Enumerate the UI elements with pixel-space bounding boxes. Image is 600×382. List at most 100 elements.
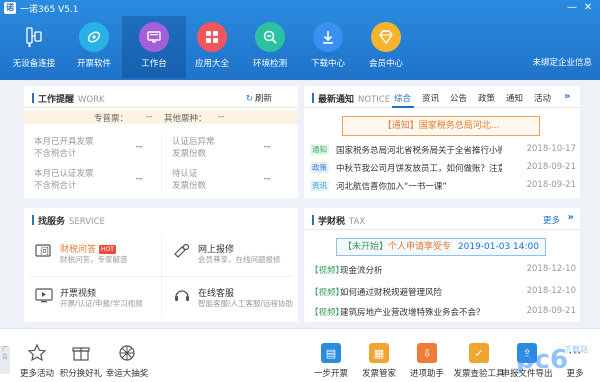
input-assistant-button[interactable]: ⇩ 进项助手 — [402, 343, 452, 379]
watermark-logo: pc6 下载站 — [514, 338, 594, 378]
video-title: 现金流分析 — [340, 266, 383, 276]
invoice-software-icon — [79, 22, 109, 52]
news-date: 2018-09-21 — [526, 162, 576, 172]
tab-announcement[interactable]: 公告 — [450, 92, 467, 104]
tab-notice[interactable]: 通知 — [506, 92, 523, 104]
side-ad-tab[interactable]: 广告 — [0, 346, 10, 374]
list-item[interactable]: 【视频】 现金流分析 2018-12-10 — [310, 262, 576, 278]
service-online-repair[interactable]: 网上报修 会员尊享，在线问题报修 — [172, 242, 292, 268]
workbench-icon — [139, 22, 169, 52]
video-date: 2018-12-10 — [526, 264, 576, 274]
apps-grid-icon — [197, 22, 227, 52]
nav-label: 环境检测 — [252, 59, 287, 69]
one-step-icon: ▤ — [321, 343, 341, 363]
nav-label: 下载中心 — [310, 59, 345, 69]
service-invoice-video[interactable]: 开票视频 开票/认证/申报/学习视频 — [34, 286, 154, 312]
hot-badge: HOT — [99, 245, 116, 254]
video-title: 建筑房地产业营改增特殊业务会不会？ — [340, 308, 485, 318]
news-title: 国家税务总局河北省税务局关于全省推行小微... — [336, 146, 502, 156]
panel-header: 学财税 TAX 更多 » — [304, 208, 580, 230]
video-tag: 【视频】 — [310, 308, 345, 318]
invoice-manager-button[interactable]: ▦ 发票管家 — [354, 343, 404, 379]
watermark-text: pc6 — [516, 345, 568, 375]
video-tag: 【视频】 — [310, 288, 345, 298]
close-button[interactable]: ✕ — [580, 1, 596, 15]
env-check-icon — [255, 22, 285, 52]
points-exchange-button[interactable]: 积分换好礼 — [56, 343, 106, 379]
tab-underline — [392, 106, 414, 108]
service-online-support[interactable]: 在线客服 智能客服/人工客服/远程协助 — [172, 286, 294, 312]
app-title: 一诺365 V5.1 — [20, 4, 79, 15]
gift-icon — [71, 343, 91, 363]
nav-label: 应用大全 — [194, 59, 229, 69]
invoice-verify-icon: ✓ — [469, 343, 489, 363]
panel-title: 学财税 TAX — [318, 217, 366, 227]
news-title: 中秋节我公司月饼发放员工，如何做账？注意... — [336, 164, 502, 174]
news-title: 河北航信喜你加入“一书一课” — [336, 182, 447, 192]
news-tag: 政策 — [310, 162, 329, 173]
nav-device[interactable]: 无设备连接 — [2, 16, 66, 78]
nav-download[interactable]: 下载中心 — [296, 16, 360, 78]
stat-label: 本月已认证发票 不含税合计 — [34, 169, 94, 191]
video-date: 2018-09-21 — [526, 306, 576, 316]
service-subtitle: 智能客服/人工客服/远程协助 — [198, 299, 294, 308]
invoice-verify-button[interactable]: ✓ 发票查验工具 — [452, 343, 506, 379]
video-date: 2018-12-10 — [526, 286, 576, 296]
input-assistant-icon: ⇩ — [417, 343, 437, 363]
service-tax-qa[interactable]: 问 财税问答 HOT 财税问答，专家解惑 — [34, 242, 154, 268]
usb-device-icon — [19, 22, 49, 52]
tab-policy[interactable]: 政策 — [478, 92, 495, 104]
video-tag: 【视频】 — [310, 266, 345, 276]
stat-label: 认证后异常 发票份数 — [172, 137, 215, 159]
stat-value: -- — [136, 142, 143, 152]
work-panel: 工作提醒 WORK ↻ 刷新 专普票： -- 其他票种： -- 本月已开具发票 不含税… — [24, 86, 298, 198]
tab-news[interactable]: 资讯 — [422, 92, 439, 104]
star-icon — [27, 343, 47, 363]
tab-activity[interactable]: 活动 — [534, 92, 551, 104]
app-logo-icon: 诺 — [4, 2, 16, 14]
nav-label: 开票软件 — [76, 59, 111, 69]
service-subtitle: 财税问答，专家解惑 — [60, 255, 128, 264]
list-item[interactable]: 【视频】 如何通过财税规避管理风险 2018-12-10 — [310, 284, 576, 300]
service-subtitle: 开票/认证/申报/学习视频 — [60, 299, 143, 308]
tab-comprehensive[interactable]: 综合 — [394, 92, 411, 104]
list-item[interactable]: 【视频】 建筑房地产业营改增特殊业务会不会？ 2018-09-21 — [310, 304, 576, 320]
news-date: 2018-10-17 — [526, 144, 576, 154]
unbound-company-link[interactable]: 未绑定企业信息 — [532, 56, 592, 68]
nav-label: 工作台 — [141, 59, 167, 69]
headset-icon — [172, 286, 192, 306]
panel-header: 找服务 SERVICE — [24, 208, 298, 230]
notice-banner[interactable]: 【通知】国家税务总局河北... — [342, 116, 540, 136]
download-icon — [313, 22, 343, 52]
bottom-toolbar: 更多活动 积分换好礼 幸运大抽奖 ▤ 一步开票 ▦ 发票管家 ⇩ 进项助手 ✓ … — [0, 328, 600, 382]
member-icon — [371, 22, 401, 52]
nav-apps[interactable]: 应用大全 — [180, 16, 244, 78]
tax-banner[interactable]: 【未开始】个人申请享受专 2019-01-03 14:00 — [336, 238, 546, 256]
stat-value: -- — [264, 174, 271, 184]
panel-header: 工作提醒 WORK ↻ 刷新 — [24, 86, 298, 108]
nav-workbench[interactable]: 工作台 — [122, 16, 186, 78]
panel-title: 找服务 SERVICE — [38, 217, 105, 227]
refresh-button[interactable]: ↻ 刷新 — [246, 92, 272, 104]
title-bar: 诺 一诺365 V5.1 — ✕ — [0, 0, 600, 16]
list-item[interactable]: 通知 国家税务总局河北省税务局关于全省推行小微... 2018-10-17 — [310, 142, 576, 158]
panel-title: 最新通知 NOTICE — [318, 95, 391, 105]
header: 诺 一诺365 V5.1 — ✕ 无设备连接 开票软件 工作台 应用大全 环境检… — [0, 0, 600, 80]
news-date: 2018-09-21 — [526, 180, 576, 190]
refresh-icon: ↻ — [245, 94, 253, 104]
invoice-manager-icon: ▦ — [369, 343, 389, 363]
nav-invoice-software[interactable]: 开票软件 — [62, 16, 126, 78]
service-subtitle: 会员尊享，在线问题报修 — [198, 255, 281, 264]
minimize-button[interactable]: — — [564, 1, 580, 15]
list-item[interactable]: 资讯 河北航信喜你加入“一书一课” 2018-09-21 — [310, 178, 576, 194]
news-tag: 通知 — [310, 144, 329, 155]
list-item[interactable]: 政策 中秋节我公司月饼发放员工，如何做账？注意... 2018-09-21 — [310, 160, 576, 176]
more-activities-button[interactable]: 更多活动 — [12, 343, 62, 379]
nav-member[interactable]: 会员中心 — [354, 16, 418, 78]
more-arrow-icon[interactable]: » — [564, 91, 570, 102]
more-arrow-icon[interactable]: » — [568, 212, 574, 223]
one-step-invoice-button[interactable]: ▤ 一步开票 — [306, 343, 356, 379]
more-link[interactable]: 更多 — [543, 214, 560, 226]
lucky-draw-button[interactable]: 幸运大抽奖 — [102, 343, 152, 379]
nav-env-check[interactable]: 环境检测 — [238, 16, 302, 78]
